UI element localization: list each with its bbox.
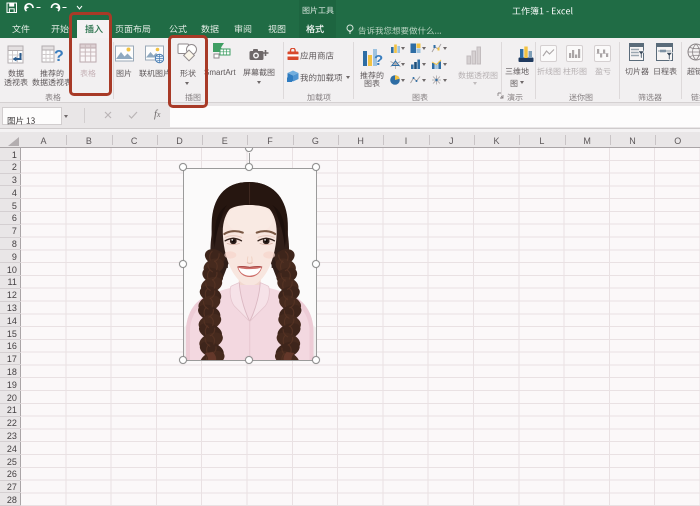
svg-text:?: ? [374,52,383,68]
svg-text:?: ? [54,48,64,64]
